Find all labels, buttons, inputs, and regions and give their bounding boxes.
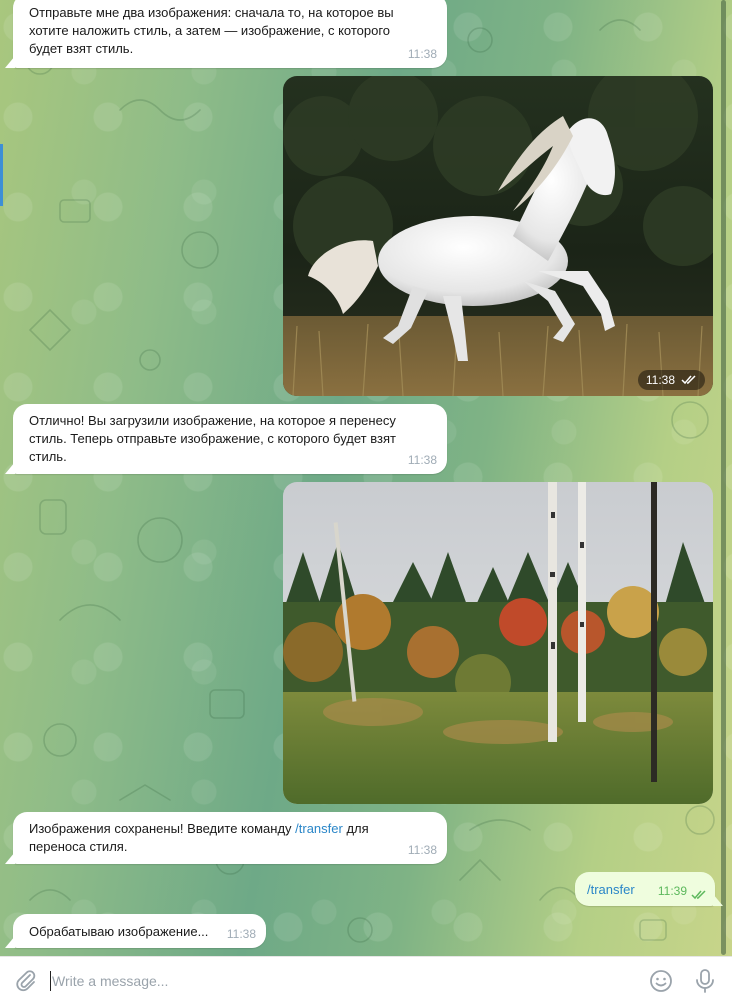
message-line: стиль. Теперь отправьте изображение, с к…: [29, 431, 396, 446]
incoming-message: Изображения сохранены! Введите команду /…: [13, 812, 447, 864]
message-line: Изображения сохранены! Введите команду /…: [29, 820, 431, 838]
photo-message-forest[interactable]: [283, 482, 713, 804]
message-text: Отлично! Вы загрузили изображение, на ко…: [13, 404, 447, 466]
selection-marker: [0, 144, 3, 206]
smiley-icon[interactable]: [649, 969, 673, 998]
chat-scrollbar[interactable]: [721, 0, 726, 955]
message-time: 11:38: [645, 373, 675, 387]
outgoing-message: /transfer 11:39: [575, 872, 715, 906]
message-line: хотите наложить стиль, а затем — изображ…: [29, 23, 391, 38]
message-time: 11:39: [657, 884, 687, 898]
double-check-icon: [691, 890, 706, 900]
paperclip-icon[interactable]: [14, 969, 38, 998]
message-line: Отлично! Вы загрузили изображение, на ко…: [29, 413, 396, 428]
message-time: 11:38: [407, 843, 437, 857]
message-time: 11:38: [407, 47, 437, 61]
message-text: Отправьте мне два изображения: сначала т…: [13, 0, 447, 58]
incoming-message: Обрабатываю изображение... 11:38: [13, 914, 266, 948]
message-line: стиль.: [29, 449, 67, 464]
command-link[interactable]: /transfer: [295, 821, 343, 836]
chat-window: Отправьте мне два изображения: сначала т…: [0, 0, 732, 1004]
message-time: 11:38: [226, 927, 256, 941]
incoming-message: Отправьте мне два изображения: сначала т…: [13, 0, 447, 68]
message-text-part: Изображения сохранены! Введите команду: [29, 821, 296, 836]
message-time: 11:38: [407, 453, 437, 467]
message-text-part: для: [342, 821, 369, 836]
forest-photo: [283, 482, 713, 804]
message-input[interactable]: [52, 971, 622, 991]
message-line: Отправьте мне два изображения: сначала т…: [29, 5, 394, 20]
incoming-message: Отлично! Вы загрузили изображение, на ко…: [13, 404, 447, 474]
microphone-icon[interactable]: [694, 968, 716, 999]
photo-timestamp: 11:38: [637, 370, 705, 390]
text-cursor: [50, 971, 51, 991]
message-line: будет взят стиль.: [29, 41, 134, 56]
message-composer: [0, 956, 732, 1004]
horse-photo: [283, 76, 713, 396]
message-text: Изображения сохранены! Введите команду /…: [13, 812, 447, 856]
double-check-icon: [681, 375, 696, 385]
message-line: переноса стиля.: [29, 839, 128, 854]
photo-message-horse[interactable]: 11:38: [283, 76, 713, 396]
